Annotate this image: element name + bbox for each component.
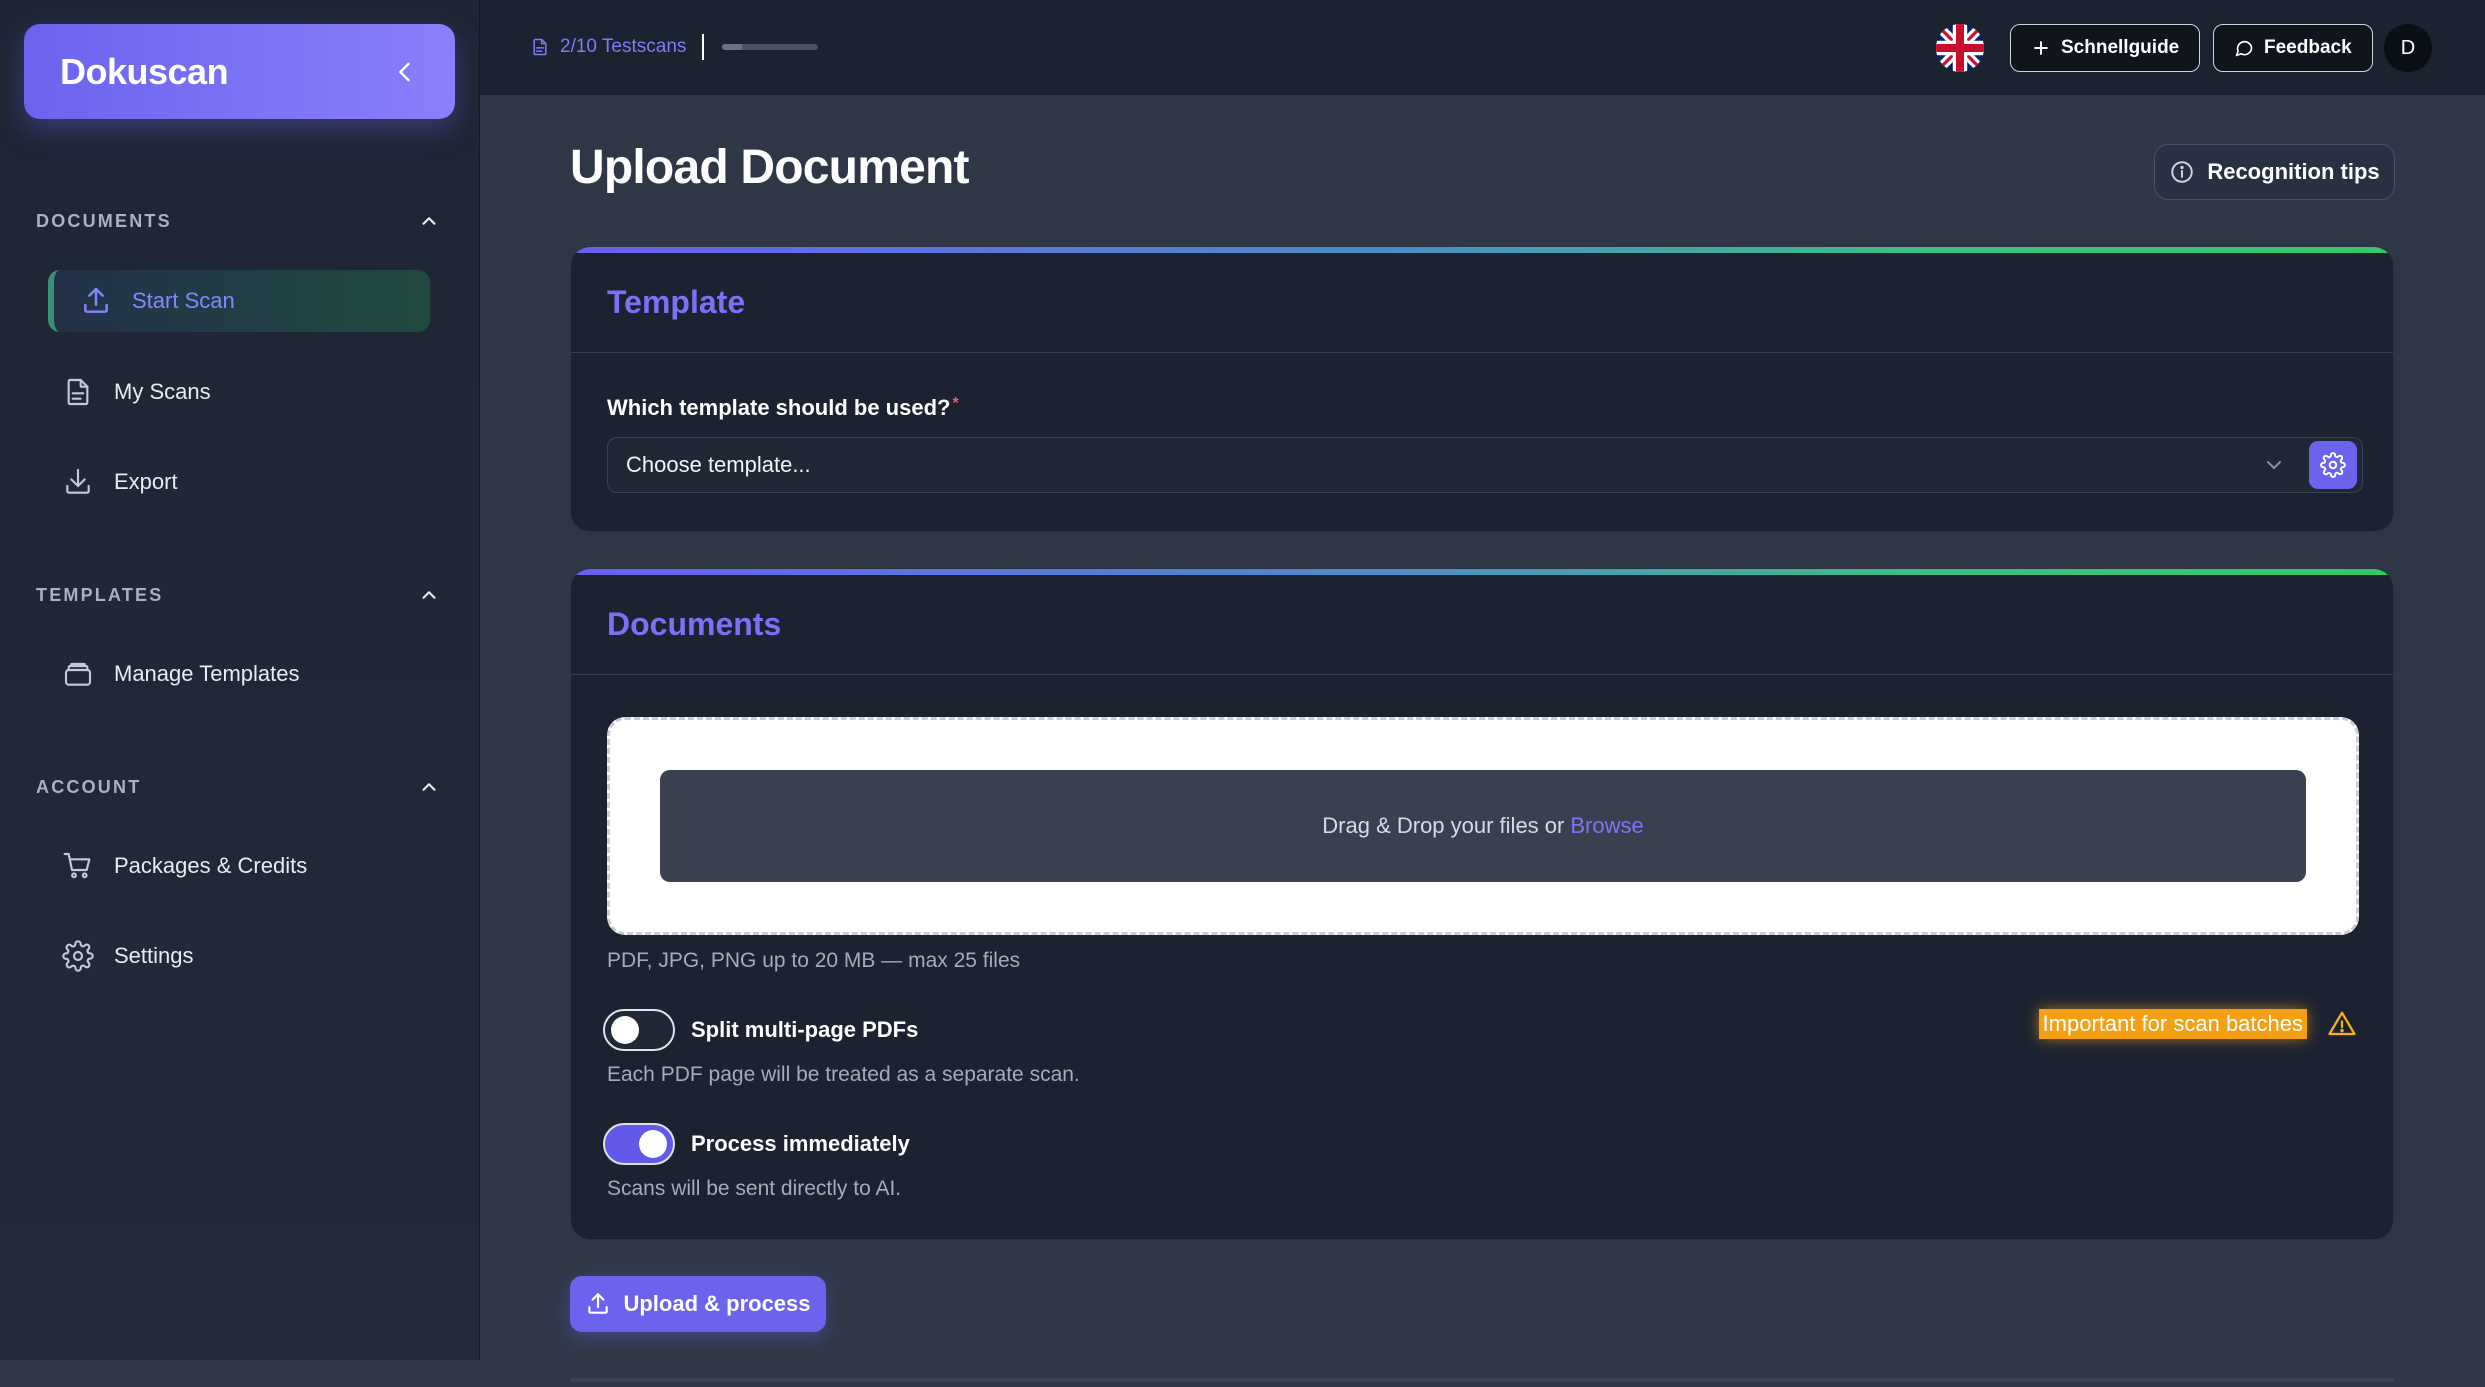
process-immediately-hint: Scans will be sent directly to AI. (607, 1177, 902, 1200)
avatar[interactable]: D (2384, 24, 2432, 72)
sidebar-item-packages-credits[interactable]: Packages & Credits (56, 835, 430, 897)
section-title: DOCUMENTS (36, 210, 172, 231)
sidebar: Dokuscan DOCUMENTS Start Scan My Scans E… (0, 0, 480, 1360)
gear-icon (62, 940, 94, 972)
scan-batch-notice: Important for scan batches (2038, 1009, 2357, 1039)
sidebar-item-label: Packages & Credits (114, 853, 308, 878)
uk-flag-icon[interactable] (1936, 24, 1984, 72)
collapse-sidebar-icon[interactable] (391, 58, 419, 86)
template-card-heading: Template (571, 253, 2393, 353)
recognition-tips-button[interactable]: Recognition tips (2154, 144, 2395, 200)
chevron-up-icon (422, 783, 436, 791)
feedback-button[interactable]: Feedback (2213, 24, 2373, 72)
toggle-knob (639, 1130, 667, 1158)
document-icon (533, 38, 547, 56)
info-icon (2171, 161, 2194, 183)
file-icon (67, 378, 89, 406)
sidebar-item-label: Manage Templates (114, 661, 300, 686)
template-select-value: Choose template... (626, 452, 811, 477)
sidebar-item-manage-templates[interactable]: Manage Templates (56, 643, 430, 705)
chevron-up-icon (422, 217, 436, 225)
cart-icon (63, 852, 91, 879)
documents-card-heading: Documents (571, 575, 2393, 675)
split-pdf-hint: Each PDF page will be treated as a separ… (607, 1063, 1080, 1086)
template-card: Template Which template should be used? *… (570, 246, 2394, 532)
quickguide-button[interactable]: Schnellguide (2010, 24, 2201, 72)
chevron-down-icon (2267, 461, 2281, 469)
template-settings-button[interactable] (2308, 441, 2357, 489)
plus-icon (2034, 41, 2048, 55)
gear-icon (2319, 452, 2346, 478)
upload-process-label: Upload & process (623, 1291, 811, 1316)
template-stack-icon (64, 662, 92, 686)
drop-instruction: Drag & Drop your files or (1322, 813, 1565, 838)
scan-quota-progress (722, 44, 819, 50)
required-marker: * (952, 395, 959, 412)
sidebar-item-settings[interactable]: Settings (56, 925, 430, 987)
section-account-header[interactable]: ACCOUNT (36, 776, 440, 798)
sidebar-item-label: My Scans (114, 379, 211, 404)
section-templates-header[interactable]: TEMPLATES (36, 584, 440, 606)
toggle-knob (611, 1016, 639, 1044)
dropzone-inner[interactable]: Drag & Drop your files or Browse (660, 770, 2306, 882)
process-immediately-row: Process immediately (603, 1123, 910, 1165)
sidebar-item-start-scan[interactable]: Start Scan (48, 270, 430, 332)
browse-link[interactable]: Browse (1570, 813, 1643, 839)
file-dropzone[interactable]: Drag & Drop your files or Browse (607, 717, 2359, 935)
sidebar-item-label: Export (114, 469, 178, 494)
important-badge: Important for scan batches (2038, 1009, 2307, 1039)
file-hint: PDF, JPG, PNG up to 20 MB — max 25 files (607, 949, 1021, 972)
template-select[interactable]: Choose template... (607, 437, 2305, 493)
chevron-up-icon (422, 591, 436, 599)
sidebar-item-label: Settings (114, 943, 194, 968)
section-divider (570, 1378, 2394, 1382)
language-switch-graphic (1936, 24, 1984, 72)
feedback-label: Feedback (2264, 37, 2352, 58)
process-immediately-label: Process immediately (691, 1131, 910, 1156)
split-pdf-label: Split multi-page PDFs (691, 1017, 919, 1042)
section-title: TEMPLATES (36, 584, 164, 605)
scan-count-label: 2/10 Testscans (560, 36, 687, 57)
template-field-label-text: Which template should be used? (607, 395, 951, 420)
template-field-label: Which template should be used? * (607, 395, 959, 421)
message-circle-icon (2235, 40, 2253, 57)
process-immediately-toggle[interactable] (603, 1123, 675, 1165)
upload-icon (588, 1293, 609, 1314)
section-title: ACCOUNT (36, 776, 142, 797)
sidebar-item-export[interactable]: Export (56, 451, 430, 513)
recognition-tips-label: Recognition tips (2207, 159, 2380, 184)
divider (702, 34, 705, 60)
scan-counter: 2/10 Testscans (530, 34, 819, 60)
quickguide-label: Schnellguide (2061, 37, 2180, 58)
section-documents-header[interactable]: DOCUMENTS (36, 210, 440, 232)
brand-title: Dokuscan (60, 50, 229, 92)
topbar: 2/10 Testscans Schnellguide Feedback D (480, 0, 2485, 96)
upload-icon (84, 287, 108, 313)
sidebar-item-my-scans[interactable]: My Scans (56, 361, 430, 423)
page-title: Upload Document (570, 141, 969, 194)
warning-triangle-icon (2328, 1011, 2356, 1036)
download-icon (66, 468, 90, 494)
scan-quota-fill (722, 44, 742, 50)
template-settings-wrapper (2303, 437, 2363, 493)
split-pdf-toggle[interactable] (603, 1009, 675, 1051)
documents-card: Documents Drag & Drop your files or Brow… (570, 568, 2394, 1240)
sidebar-item-label: Start Scan (132, 288, 235, 313)
upload-process-button[interactable]: Upload & process (570, 1276, 826, 1332)
split-pdf-row: Split multi-page PDFs (603, 1009, 918, 1051)
brand-header: Dokuscan (24, 24, 455, 119)
